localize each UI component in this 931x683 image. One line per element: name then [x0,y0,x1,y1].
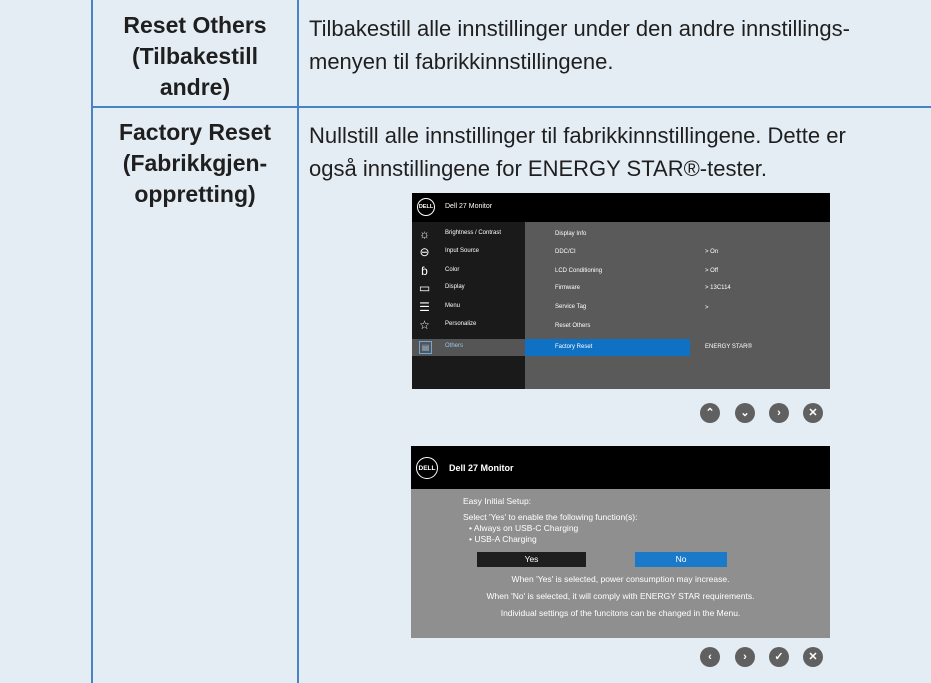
close-icon[interactable]: ✕ [803,647,823,667]
dialog-bullet-usb-c: • Always on USB-C Charging [469,523,579,533]
osd-item-ddc-ci[interactable]: DDC/CI [555,249,576,255]
osd-menu-item-input-source[interactable]: ⊖ Input Source [412,244,525,261]
osd-menu-item-others[interactable]: ▤ Others [412,339,525,356]
dell-logo: DELL [417,198,435,216]
color-icon: ɓ [421,264,428,278]
dialog-header: DELL Dell 27 Monitor [411,446,830,489]
dialog-heading: Easy Initial Setup: [463,496,532,506]
osd-item-lcd-conditioning[interactable]: LCD Conditioning [555,268,602,274]
osd-header: DELL Dell 27 Monitor [412,193,830,222]
dialog-note-yes: When 'Yes' is selected, power consumptio… [511,574,730,584]
chevron-up-icon[interactable]: ⌃ [700,403,720,423]
osd-title: Dell 27 Monitor [445,203,493,210]
dialog-bullet-usb-a: • USB-A Charging [469,534,537,544]
dialog-note-no: When 'No' is selected, it will comply wi… [486,591,755,601]
dialog-note-settings: Individual settings of the funcitons can… [500,608,741,618]
osd-value-ddc-ci: > On [705,249,719,255]
osd-selected-highlight [525,339,690,356]
dialog-prompt: Select 'Yes' to enable the following fun… [463,512,638,522]
osd-item-factory-reset[interactable]: Factory Reset [555,344,592,350]
chevron-right-icon[interactable]: › [735,647,755,667]
display-icon: ▭ [418,281,431,295]
others-icon: ▤ [419,341,432,354]
dialog-title: Dell 27 Monitor [449,463,514,473]
star-icon: ☆ [419,318,430,332]
chevron-left-icon[interactable]: ‹ [700,647,720,667]
yes-button[interactable]: Yes [477,552,586,567]
brightness-icon: ☼ [419,227,430,241]
close-icon[interactable]: ✕ [803,403,823,423]
setting-label-reset-others: Reset Others (Tilbakestill andre) [123,12,267,100]
input-source-icon: ⊖ [419,245,430,259]
osd-item-service-tag[interactable]: Service Tag [555,304,586,310]
osd-menu-item-personalize[interactable]: ☆ Personalize [412,317,525,334]
osd-menu-item-display[interactable]: ▭ Display [412,280,525,297]
setting-label-factory-reset: Factory Reset (Fabrikkgjen- oppretting) [118,119,272,207]
check-icon[interactable]: ✓ [769,647,789,667]
osd-menu-item-brightness[interactable]: ☼ Brightness / Contrast [412,226,525,243]
chevron-down-icon[interactable]: ⌄ [735,403,755,423]
osd-item-reset-others[interactable]: Reset Others [555,323,590,329]
setting-description-reset-others: Tilbakestill alle innstillinger under de… [309,16,850,74]
osd-value-factory-reset: ENERGY STAR® [705,344,752,350]
easy-setup-dialog: DELL Dell 27 Monitor Easy Initial Setup:… [411,446,830,638]
menu-icon: ☰ [419,300,430,314]
osd-menu-item-menu[interactable]: ☰ Menu [412,299,525,316]
osd-value-firmware: > 13C114 [705,285,731,291]
no-button[interactable]: No [635,552,727,567]
osd-item-display-info[interactable]: Display Info [555,231,586,237]
osd-value-service-tag: > [705,305,709,311]
dell-logo: DELL [416,457,438,479]
table-border-middle [297,0,299,683]
osd-menu-item-color[interactable]: ɓ Color [412,263,525,280]
table-border-left [91,0,93,683]
setting-description-factory-reset: Nullstill alle innstillinger til fabrikk… [309,123,846,181]
osd-item-firmware[interactable]: Firmware [555,285,580,291]
chevron-right-icon[interactable]: › [769,403,789,423]
table-row-divider [91,106,931,108]
osd-value-lcd-conditioning: > Off [705,268,719,274]
osd-menu: DELL Dell 27 Monitor ☼ Brightness / Cont… [412,193,830,389]
